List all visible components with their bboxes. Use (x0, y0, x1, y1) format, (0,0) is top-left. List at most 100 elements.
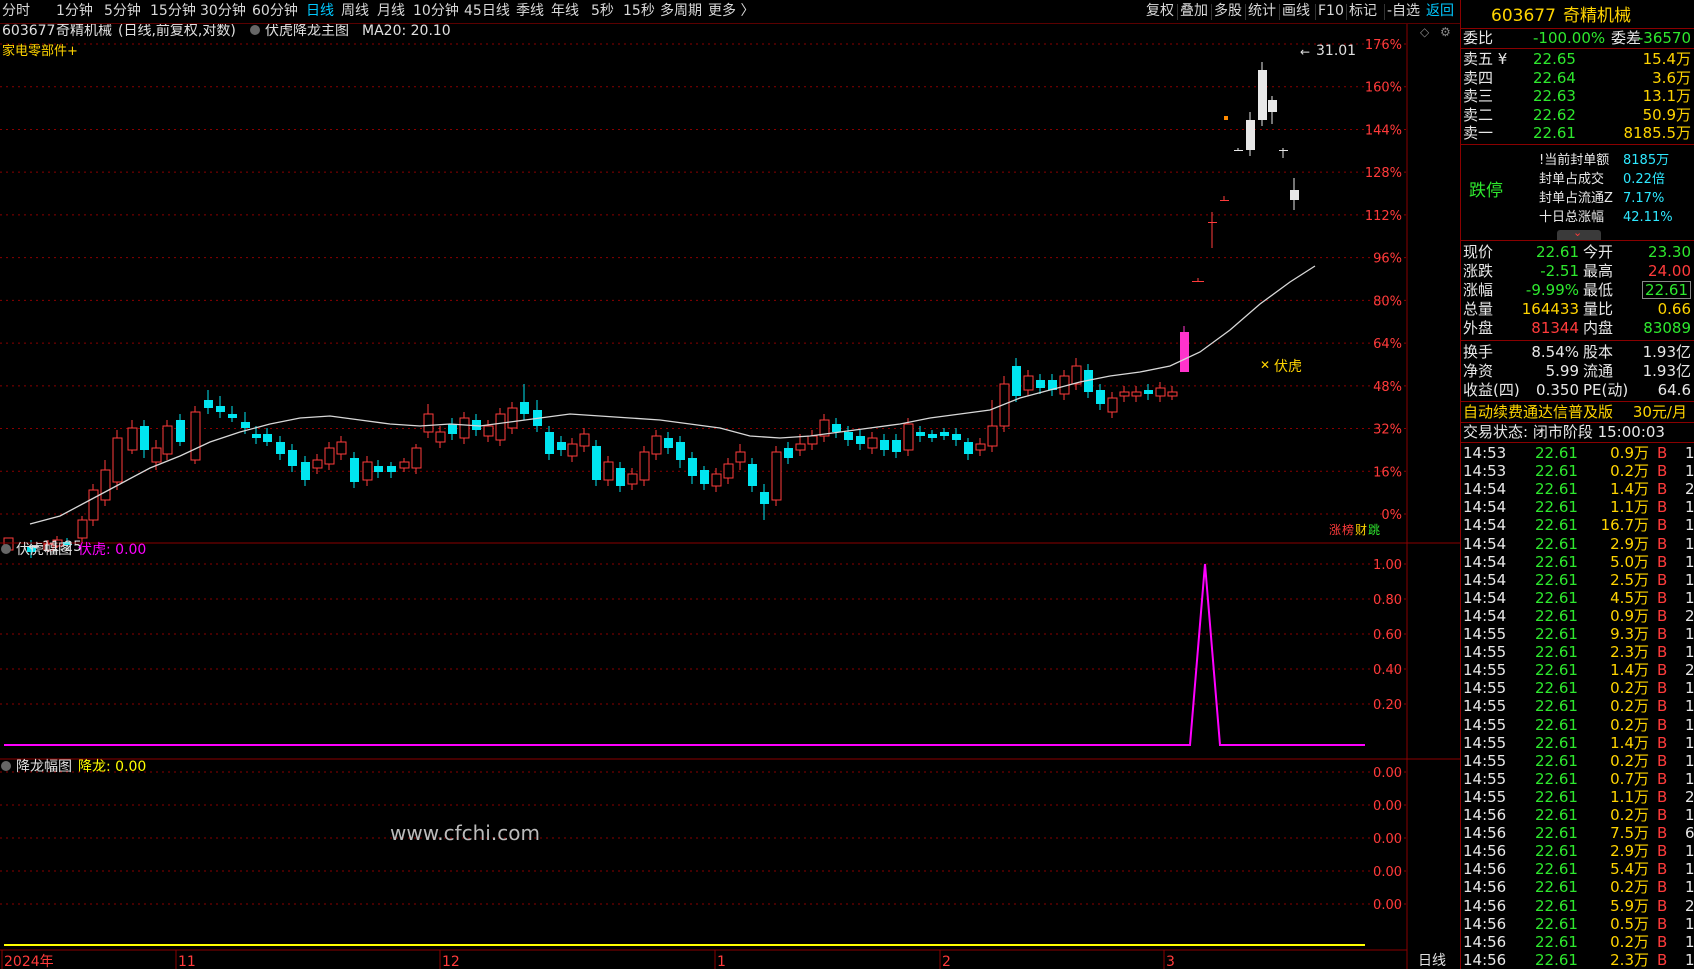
seal-row-2: 封单占流通Z 7.17% (1461, 190, 1694, 208)
y-tick-label: 0.00 (1373, 865, 1402, 880)
tick-time: 14:55 (1463, 733, 1507, 752)
tick-count: 1 (1685, 715, 1694, 734)
tick-row: 14:56 22.61 0.2万 B 1 (1461, 878, 1694, 896)
ask-vol: 13.1万 (1642, 87, 1691, 105)
x-axis-mode[interactable]: 日线 (1418, 953, 1446, 969)
period-tab-7[interactable]: 周线 (341, 3, 369, 20)
ad-text: 自动续费通达信普及版 (1463, 403, 1614, 421)
tick-row: 14:55 22.61 0.2万 B 1 (1461, 716, 1694, 734)
badge[interactable]: 涨 榜 财 跳 (1329, 522, 1380, 537)
period-tab-8[interactable]: 月线 (377, 3, 405, 20)
y-tick-label: 80% (1373, 294, 1402, 309)
jianglong-toggle-icon[interactable] (1, 761, 11, 771)
tick-vol: 0.2万 (1610, 806, 1649, 824)
tick-count: 1 (1685, 751, 1694, 770)
candle-body (140, 426, 149, 450)
chevron-down-icon[interactable]: ⌄ (1573, 226, 1582, 239)
period-tab-4[interactable]: 30分钟 (200, 3, 246, 20)
period-tab-13[interactable]: 5秒 (591, 3, 614, 20)
toolbar-right-4[interactable]: 画线 (1282, 3, 1310, 20)
back-button[interactable]: 返回 (1426, 3, 1454, 20)
candle (324, 442, 335, 470)
candle (579, 428, 590, 452)
candle (162, 420, 173, 460)
indicator-name[interactable]: 伏虎降龙主图 (265, 23, 349, 39)
toolbar-right-6[interactable]: 标记 (1349, 3, 1377, 20)
diamond-icon[interactable]: ◇ (1420, 25, 1430, 39)
fuhu-toggle-icon[interactable] (1, 544, 11, 554)
toolbar-right-1[interactable]: 叠加 (1180, 3, 1208, 20)
period-tab-11[interactable]: 季线 (516, 3, 544, 20)
toolbar-right-7[interactable]: -自选 (1387, 3, 1420, 20)
tick-price: 22.61 (1535, 787, 1578, 806)
ad-row[interactable]: 自动续费通达信普及版 30元/月 (1461, 403, 1694, 421)
tick-vol: 1.4万 (1610, 661, 1649, 680)
tick-price: 22.61 (1535, 914, 1578, 933)
period-tab-3[interactable]: 15分钟 (150, 3, 196, 20)
candle (190, 406, 201, 464)
tick-time: 14:54 (1463, 516, 1507, 535)
tick-time: 14:56 (1463, 932, 1507, 951)
tick-vol: 0.2万 (1610, 462, 1649, 481)
candlestick-series (3, 62, 1299, 558)
tick-row: 14:55 22.61 1.4万 B 2 (1461, 661, 1694, 679)
candle-body (1107, 397, 1118, 413)
candle (448, 418, 457, 440)
candle (1167, 386, 1178, 400)
chart-area[interactable]: 603677 奇精机械 (日线,前复权,对数) 伏虎降龙主图 MA20: 20.… (0, 22, 1460, 969)
tick-bs: B (1657, 697, 1668, 716)
tick-bs: B (1657, 661, 1668, 680)
candle (964, 438, 973, 460)
fund-label-2: PE(动) (1583, 381, 1629, 399)
tick-time: 14:56 (1463, 860, 1507, 879)
tick-count: 2 (1685, 787, 1694, 806)
toolbar-right-2[interactable]: 多股 (1214, 3, 1242, 20)
tick-bs: B (1657, 932, 1668, 951)
toolbar-right-5[interactable]: F10 (1318, 3, 1344, 20)
candle (975, 438, 986, 456)
jianglong-y-axis: 0.00 0.00 0.00 0.00 0.00 (0, 766, 1407, 913)
period-tab-14[interactable]: 15秒 (623, 3, 655, 20)
tick-row: 14:54 22.61 0.9万 B 2 (1461, 607, 1694, 625)
toolbar-separator (1245, 4, 1246, 20)
tick-count: 1 (1685, 806, 1694, 824)
candle-body (1208, 222, 1217, 223)
candle-body (1246, 120, 1255, 150)
period-tab-16[interactable]: 更多 〉 (708, 3, 754, 20)
period-tab-10[interactable]: 45日线 (464, 3, 510, 20)
period-tab-0[interactable]: 分时 (2, 3, 30, 20)
indicator-toggle-icon[interactable] (250, 25, 260, 35)
candle-body (1144, 390, 1153, 394)
tick-bs: B (1657, 715, 1668, 734)
period-tab-9[interactable]: 10分钟 (413, 3, 459, 20)
settings-icon[interactable]: ⚙ (1440, 25, 1451, 39)
candle (832, 418, 841, 438)
candle (276, 436, 285, 460)
kline-chart-svg[interactable]: 603677 奇精机械 (日线,前复权,对数) 伏虎降龙主图 MA20: 20.… (0, 22, 1460, 969)
tick-vol: 0.9万 (1610, 606, 1649, 625)
period-tab-1[interactable]: 1分钟 (56, 3, 93, 20)
seal-value: 7.17% (1623, 191, 1665, 206)
sector-label[interactable]: 家电零部件+ (2, 43, 78, 59)
period-tab-12[interactable]: 年线 (551, 3, 579, 20)
period-tab-2[interactable]: 5分钟 (104, 3, 141, 20)
period-tab-5[interactable]: 60分钟 (252, 3, 298, 20)
period-tab-15[interactable]: 多周期 (660, 3, 702, 20)
tick-row: 14:55 22.61 9.3万 B 1 (1461, 625, 1694, 643)
tick-vol: 5.4万 (1610, 860, 1649, 879)
weicha-label: 委差 (1611, 29, 1642, 47)
candle (1071, 358, 1082, 390)
badge-tiao: 跳 (1368, 523, 1380, 537)
seal-row-0: !当前封单额 8185万 (1461, 152, 1694, 170)
tick-bs: B (1657, 534, 1668, 553)
period-tab-6[interactable]: 日线 (306, 3, 334, 20)
candle-body (987, 425, 998, 447)
ask-vol: 8185.5万 (1623, 124, 1692, 142)
ma-label: MA20: 20.10 (362, 24, 451, 39)
toolbar-right-3[interactable]: 统计 (1248, 3, 1276, 20)
ask-vol: 3.6万 (1652, 68, 1691, 87)
seal-row-1: 封单占成交 0.22倍 (1461, 171, 1694, 189)
toolbar-right-0[interactable]: 复权 (1146, 3, 1174, 20)
y-tick-label: 0.60 (1373, 628, 1402, 643)
candle (651, 430, 662, 460)
